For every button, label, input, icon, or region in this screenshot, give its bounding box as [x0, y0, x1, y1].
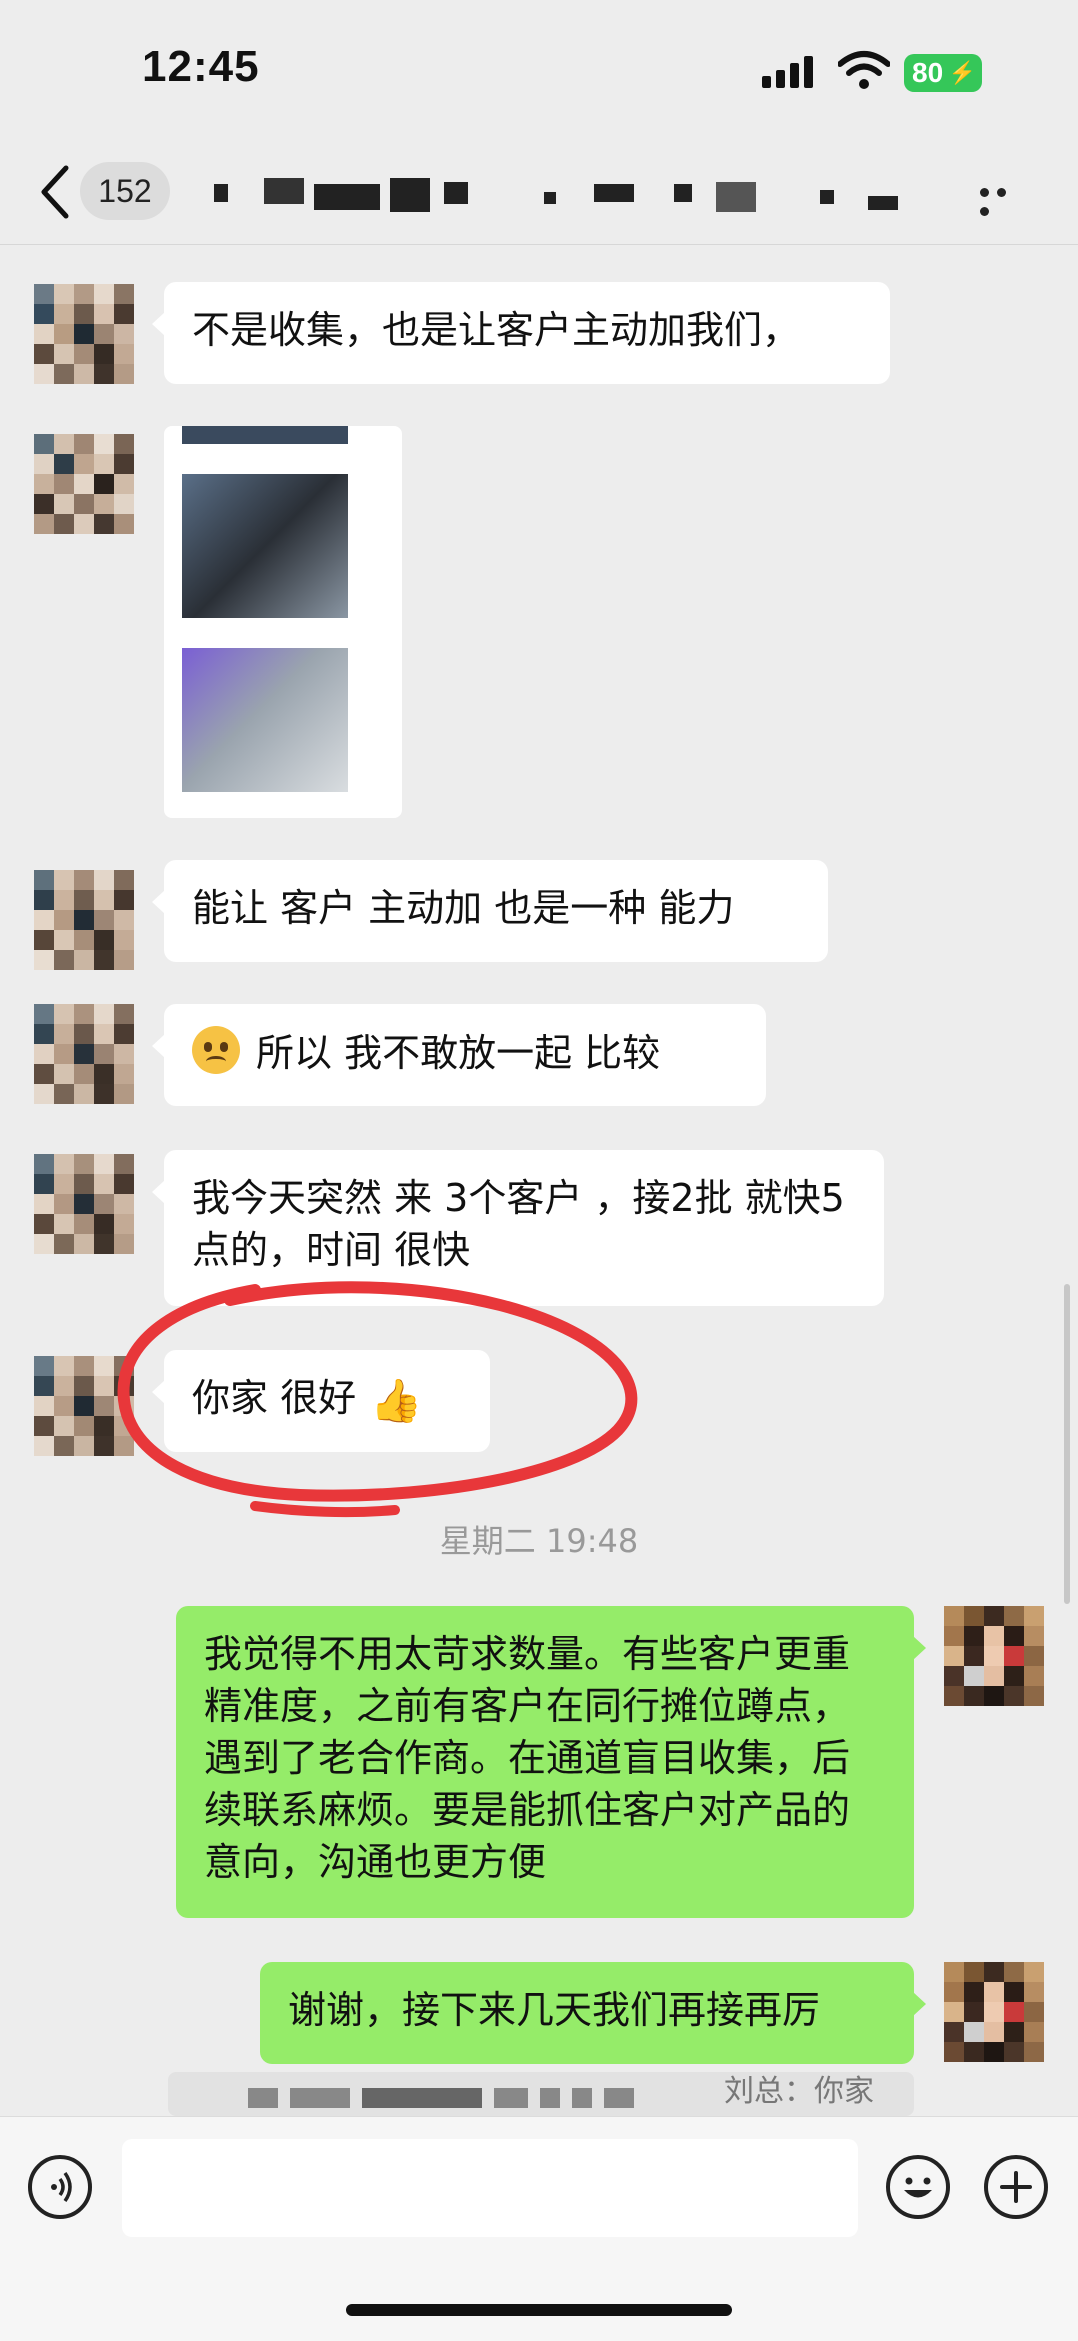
message-bubble[interactable]: 我觉得不用太苛求数量。有些客户更重精准度，之前有客户在同行摊位蹲点，遇到了老合作… — [176, 1606, 926, 1918]
message-text: 不是收集，也是让客户主动加我们， — [192, 308, 801, 352]
thumbs-up-icon: 👍 — [370, 1376, 423, 1425]
message-text: 你家 很好 — [192, 1376, 357, 1420]
wifi-icon — [838, 51, 890, 89]
quoted-message-text: 刘总：你家 — [724, 2074, 874, 2109]
ellipsis-icon[interactable] — [980, 182, 1030, 216]
self-avatar[interactable] — [944, 1962, 1044, 2062]
chevron-left-icon[interactable] — [38, 164, 72, 220]
message-bubble[interactable]: 你家 很好 👍 — [152, 1350, 490, 1452]
message-timestamp: 星期二 19:48 — [439, 1522, 639, 1560]
quoted-message-preview[interactable]: 刘总：你家 — [168, 2072, 914, 2116]
avatar[interactable] — [34, 870, 134, 970]
battery-level: 80 — [912, 57, 944, 88]
message-bubble[interactable]: 能让 客户 主动加 也是一种 能力 — [152, 860, 828, 962]
avatar[interactable] — [34, 434, 134, 534]
image-thumbnail — [182, 648, 348, 792]
message-bubble[interactable]: 我今天突然 来 3个客户 ，接2批 就快5点的，时间 很快 — [152, 1150, 884, 1306]
self-avatar[interactable] — [944, 1606, 1044, 1706]
message-bubble[interactable]: 谢谢，接下来几天我们再接再厉 — [260, 1962, 926, 2064]
home-indicator[interactable] — [346, 2304, 732, 2316]
plus-icon[interactable] — [984, 2155, 1048, 2219]
message-text: 能让 客户 主动加 也是一种 能力 — [192, 886, 735, 930]
avatar[interactable] — [34, 1154, 134, 1254]
cellular-signal-icon — [762, 56, 813, 88]
message-bubble[interactable]: 所以 我不敢放一起 比较 — [152, 1004, 766, 1106]
message-bubble[interactable]: 不是收集，也是让客户主动加我们， — [152, 282, 890, 384]
crying-face-icon — [192, 1026, 240, 1074]
chat-header: 152 — [0, 140, 1078, 245]
emoji-icon[interactable] — [886, 2155, 950, 2219]
message-text: 谢谢，接下来几天我们再接再厉 — [288, 1988, 821, 2032]
image-thumbnail — [182, 426, 348, 444]
status-time: 12:45 — [142, 42, 260, 91]
message-text: 我今天突然 来 3个客户 ，接2批 就快5点的，时间 很快 — [192, 1176, 845, 1272]
image-message[interactable] — [164, 426, 402, 818]
unread-count-badge[interactable]: 152 — [80, 162, 170, 220]
battery-indicator: 80 ⚡ — [904, 54, 982, 92]
avatar[interactable] — [34, 1356, 134, 1456]
status-bar: 12:45 80 ⚡ — [0, 0, 1078, 140]
message-text: 所以 我不敢放一起 比较 — [256, 1031, 661, 1075]
voice-input-icon[interactable] — [28, 2155, 92, 2219]
avatar[interactable] — [34, 284, 134, 384]
scrollbar[interactable] — [1064, 1284, 1070, 1604]
charging-bolt-icon: ⚡ — [948, 60, 976, 85]
chat-title-redacted — [214, 170, 934, 214]
message-input[interactable] — [122, 2139, 858, 2237]
message-text: 我觉得不用太苛求数量。有些客户更重精准度，之前有客户在同行摊位蹲点，遇到了老合作… — [204, 1632, 851, 1884]
avatar[interactable] — [34, 1004, 134, 1104]
image-thumbnail — [182, 474, 348, 618]
